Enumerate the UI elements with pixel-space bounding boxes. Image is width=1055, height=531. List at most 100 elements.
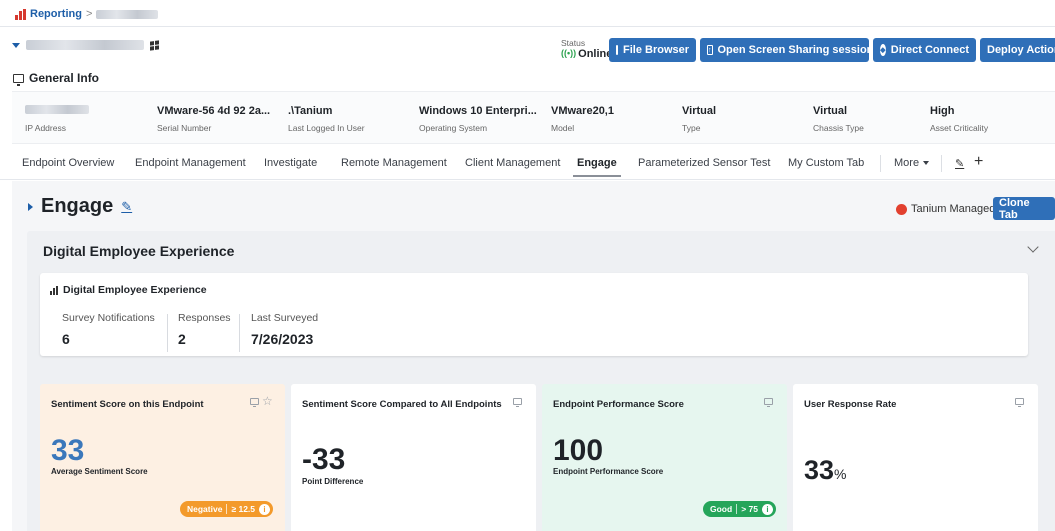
star-icon[interactable]: ☆ bbox=[262, 394, 273, 408]
metric-subtitle: Average Sentiment Score bbox=[51, 467, 148, 476]
direct-connect-label: Direct Connect bbox=[890, 44, 969, 56]
info-value: Virtual bbox=[813, 105, 848, 117]
info-label: Serial Number bbox=[157, 123, 212, 133]
tab-client-management[interactable]: Client Management bbox=[465, 157, 560, 169]
metric-card-sentiment-compared: Sentiment Score Compared to All Endpoint… bbox=[291, 384, 536, 531]
stat-label: Survey Notifications bbox=[62, 312, 155, 324]
info-label: Model bbox=[551, 123, 575, 133]
stat-value: 6 bbox=[62, 331, 70, 347]
open-screen-sharing-button[interactable]: ↑ Open Screen Sharing session bbox=[700, 38, 869, 62]
breadcrumb-divider bbox=[0, 26, 1055, 27]
stat-divider bbox=[239, 314, 240, 352]
monitor-icon[interactable] bbox=[1015, 398, 1024, 407]
online-signal-icon: ((•)) bbox=[561, 48, 577, 59]
monitor-icon bbox=[13, 73, 24, 86]
windows-icon bbox=[150, 39, 159, 51]
chevron-down-icon bbox=[923, 161, 930, 166]
info-icon[interactable]: i bbox=[761, 503, 773, 515]
breadcrumb-endpoint-name-redacted bbox=[96, 9, 159, 19]
status-value: Online bbox=[578, 48, 613, 61]
page-title: Engage ✎ bbox=[28, 195, 132, 218]
negative-status-pill: Negative ≥ 12.5 i bbox=[180, 501, 274, 517]
info-value: Windows 10 Enterpri... bbox=[419, 105, 537, 117]
metric-value: 100 bbox=[553, 434, 604, 467]
tab-my-custom-tab[interactable]: My Custom Tab bbox=[788, 157, 864, 169]
monitor-icon[interactable] bbox=[764, 398, 773, 407]
info-serial-number: VMware-56 4d 92 2a... Serial Number bbox=[157, 105, 270, 133]
breadcrumb-separator: > bbox=[85, 8, 93, 20]
info-value: High bbox=[930, 105, 955, 117]
direct-connect-button[interactable]: ◆ Direct Connect bbox=[873, 38, 976, 62]
survey-card-heading: Digital Employee Experience bbox=[50, 284, 207, 296]
info-operating-system: Windows 10 Enterpri... Operating System bbox=[419, 105, 537, 133]
tab-remote-management[interactable]: Remote Management bbox=[341, 157, 447, 169]
reporting-chart-icon bbox=[15, 8, 26, 20]
endpoint-header bbox=[12, 39, 159, 51]
stat-value: 7/26/2023 bbox=[251, 331, 314, 347]
tab-engage[interactable]: Engage bbox=[577, 157, 617, 169]
bar-chart-icon bbox=[50, 285, 58, 295]
tab-parameterized-sensor-test[interactable]: Parameterized Sensor Test bbox=[638, 157, 770, 169]
tanium-managed-indicator: Tanium Managed bbox=[896, 203, 995, 215]
metric-title: Sentiment Score Compared to All Endpoint… bbox=[302, 399, 502, 410]
info-label: Last Logged In User bbox=[288, 123, 365, 133]
metric-card-endpoint-performance: Endpoint Performance Score 100 Endpoint … bbox=[542, 384, 787, 531]
metric-value: 33 bbox=[51, 434, 85, 467]
collapse-endpoint-caret-icon[interactable] bbox=[12, 42, 20, 48]
stat-label: Responses bbox=[178, 312, 231, 324]
dex-panel-title: Digital Employee Experience bbox=[43, 243, 235, 259]
info-type: Virtual Type bbox=[682, 105, 716, 133]
tab-endpoint-management[interactable]: Endpoint Management bbox=[135, 157, 246, 169]
info-value: VMware-56 4d 92 2a... bbox=[157, 105, 271, 117]
info-last-logged-in-user: .\Tanium Last Logged In User bbox=[288, 105, 365, 133]
info-label: Asset Criticality bbox=[930, 123, 989, 133]
info-value: Virtual bbox=[682, 105, 717, 117]
screen-share-icon: ↑ bbox=[707, 45, 713, 55]
folder-icon bbox=[616, 45, 618, 55]
info-model: VMware20,1 Model bbox=[551, 105, 614, 133]
tab-endpoint-overview[interactable]: Endpoint Overview bbox=[22, 157, 114, 169]
tab-more-dropdown[interactable]: More bbox=[894, 157, 930, 169]
edit-tabs-pencil-icon[interactable]: ✎ bbox=[955, 157, 964, 170]
add-tab-plus-icon[interactable]: + bbox=[974, 153, 983, 171]
file-browser-label: File Browser bbox=[623, 44, 690, 56]
metric-subtitle: Endpoint Performance Score bbox=[553, 467, 664, 476]
stat-survey-notifications: Survey Notifications 6 bbox=[62, 312, 155, 347]
direct-connect-icon: ◆ bbox=[880, 44, 886, 56]
tab-divider bbox=[880, 155, 881, 172]
stat-divider bbox=[167, 314, 168, 352]
monitor-icon[interactable] bbox=[513, 398, 522, 407]
stat-label: Last Surveyed bbox=[251, 312, 319, 324]
info-ip-address: IP Address bbox=[25, 105, 89, 133]
status-label: Status bbox=[561, 38, 586, 48]
status-indicator: Status ((•)) Online bbox=[561, 38, 613, 61]
metric-title: Sentiment Score on this Endpoint bbox=[51, 399, 204, 410]
general-info-strip: IP Address VMware-56 4d 92 2a... Serial … bbox=[12, 91, 1055, 144]
edit-title-pencil-icon[interactable]: ✎ bbox=[121, 199, 132, 215]
metric-card-user-response-rate: User Response Rate 33% bbox=[793, 384, 1038, 531]
breadcrumb: Reporting > bbox=[15, 7, 159, 21]
good-status-pill: Good > 75 i bbox=[703, 501, 776, 517]
info-label: Chassis Type bbox=[813, 123, 864, 133]
metric-value-group: 33% bbox=[804, 457, 847, 484]
monitor-icon[interactable] bbox=[250, 398, 259, 407]
info-value: .\Tanium bbox=[288, 105, 333, 117]
clone-tab-button[interactable]: Clone Tab bbox=[993, 197, 1055, 221]
survey-heading-text: Digital Employee Experience bbox=[63, 284, 207, 296]
file-browser-button[interactable]: File Browser bbox=[609, 38, 696, 62]
deploy-action-button[interactable]: Deploy Action bbox=[980, 38, 1055, 62]
metric-value: -33 bbox=[302, 443, 346, 476]
page-title-text: Engage bbox=[41, 195, 114, 217]
metric-subtitle: Point Difference bbox=[302, 477, 364, 486]
active-tab-indicator bbox=[573, 175, 621, 177]
breadcrumb-reporting-link[interactable]: Reporting bbox=[30, 8, 82, 20]
info-label: Operating System bbox=[419, 123, 488, 133]
tab-investigate[interactable]: Investigate bbox=[264, 157, 317, 169]
info-label: Type bbox=[682, 123, 701, 133]
metric-value: 33 bbox=[804, 455, 835, 485]
stat-value: 2 bbox=[178, 331, 186, 347]
expand-caret-icon[interactable] bbox=[28, 202, 33, 211]
pill-threshold: ≥ 12.5 bbox=[231, 504, 256, 514]
metric-unit: % bbox=[834, 466, 847, 482]
info-icon[interactable]: i bbox=[259, 503, 271, 515]
